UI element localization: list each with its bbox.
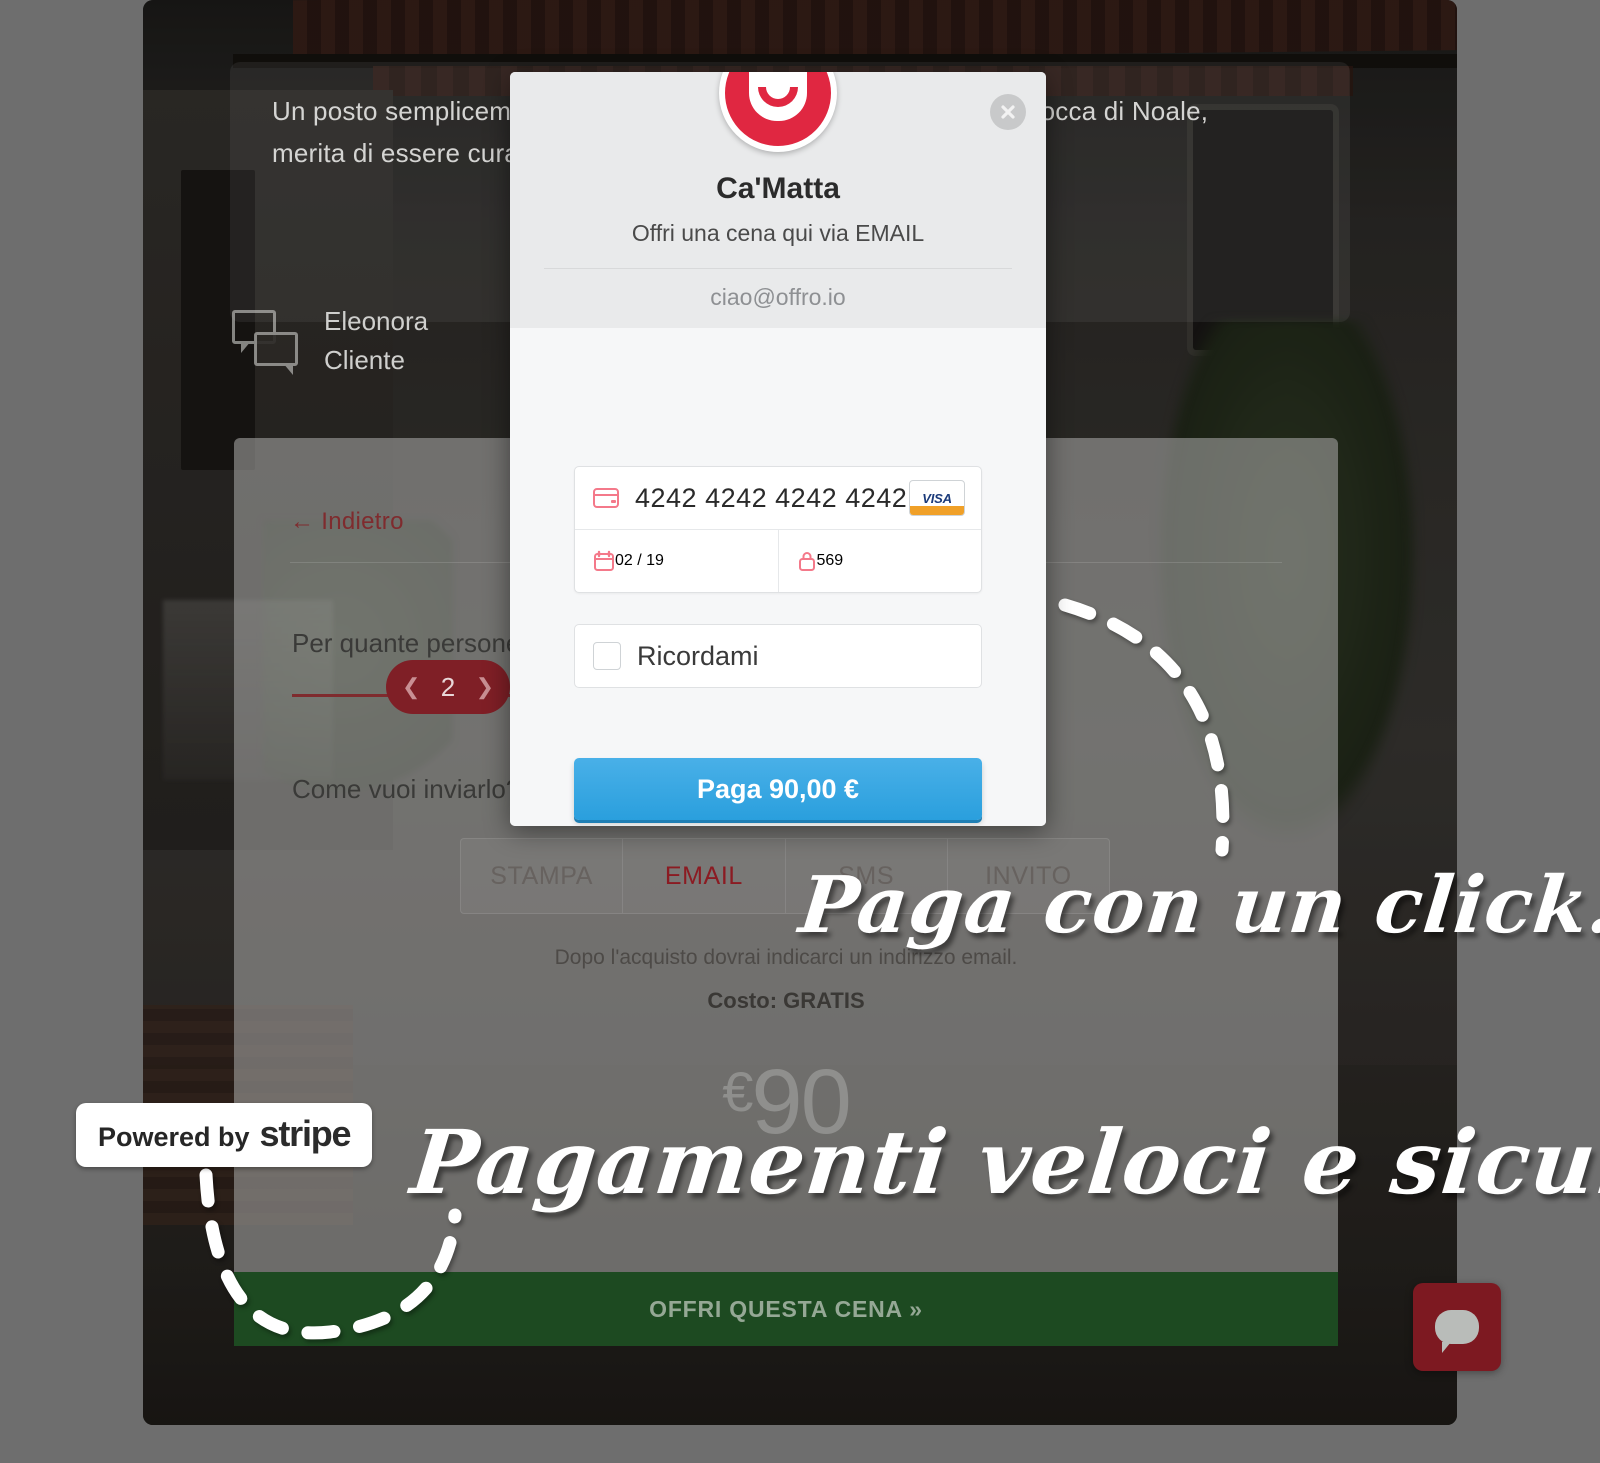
callout-pagamenti-veloci-e-sicuri: Pagamenti veloci e sicuri [406,1110,1600,1214]
card-cvc-field[interactable]: 569 [777,530,982,592]
chevron-right-icon[interactable]: ❯ [476,674,494,700]
pay-button[interactable]: Paga 90,00 € [574,758,982,820]
modal-header: Ca'Matta Offri una cena qui via EMAIL ci… [510,72,1046,328]
card-number-value: 4242 4242 4242 4242 [635,482,908,513]
offer-dinner-button[interactable]: OFFRI QUESTA CENA » [234,1272,1338,1346]
remember-me-row[interactable]: Ricordami [574,624,982,688]
powered-by-label: Powered by [98,1122,250,1152]
offer-dinner-label: OFFRI QUESTA CENA » [649,1295,923,1322]
calendar-icon [594,550,614,571]
reviewer-role: Cliente [324,345,405,375]
pay-button-label: Paga 90,00 € [696,773,860,804]
reviewer-name: Eleonora [324,306,429,336]
card-details-group: 4242 4242 4242 4242 VISA 02 / 19 569 [574,466,982,593]
screenshot-root: Un posto semplicemente magico, con un gi… [0,0,1600,1463]
lock-icon [798,552,815,571]
question-people-label: Per quante persone? [292,628,535,658]
chat-widget-button[interactable] [1413,1283,1501,1371]
card-expiry-value: 02 / 19 [615,552,664,569]
remember-me-label: Ricordami [637,640,759,671]
visa-icon: VISA [909,480,965,516]
cost-label: Costo: GRATIS [707,988,865,1013]
tab-email[interactable]: EMAIL [623,839,786,913]
smiley-bag-logo-icon [719,72,837,152]
modal-body: 4242 4242 4242 4242 VISA 02 / 19 569 Ric… [510,328,1046,826]
card-expiry-cvc-row: 02 / 19 569 [575,529,981,592]
modal-description: Offri una cena qui via EMAIL [631,220,925,246]
chat-bubble-icon [1435,1310,1479,1353]
stripe-checkout-modal: Ca'Matta Offri una cena qui via EMAIL ci… [510,72,1046,826]
back-link[interactable]: ← Indietro [290,508,404,536]
card-cvc-value: 569 [816,552,844,569]
stripe-wordmark: stripe [259,1113,352,1154]
tab-stampa[interactable]: STAMPA [461,839,624,913]
card-number-field[interactable]: 4242 4242 4242 4242 VISA [575,467,981,529]
powered-by-stripe-badge: Powered by stripe [76,1103,373,1167]
people-stepper[interactable]: ❮ 2 ❯ [386,660,510,714]
card-expiry-field[interactable]: 02 / 19 [575,530,778,592]
merchant-name: Ca'Matta [716,172,840,205]
credit-card-icon [593,488,619,508]
merchant-email: ciao@offro.io [710,284,846,310]
close-circle-icon[interactable] [990,94,1026,130]
callout-paga-con-un-click: Paga con un click! [795,860,1600,951]
chevron-left-icon[interactable]: ❮ [402,674,420,700]
reviewer-row: Eleonora Cliente [232,306,428,376]
chat-bubbles-icon [232,310,302,375]
people-count-value: 2 [440,671,456,702]
remember-me-checkbox[interactable] [593,642,621,670]
question-delivery-label: Come vuoi inviarlo? [292,774,521,804]
visa-label: VISA [922,490,952,506]
